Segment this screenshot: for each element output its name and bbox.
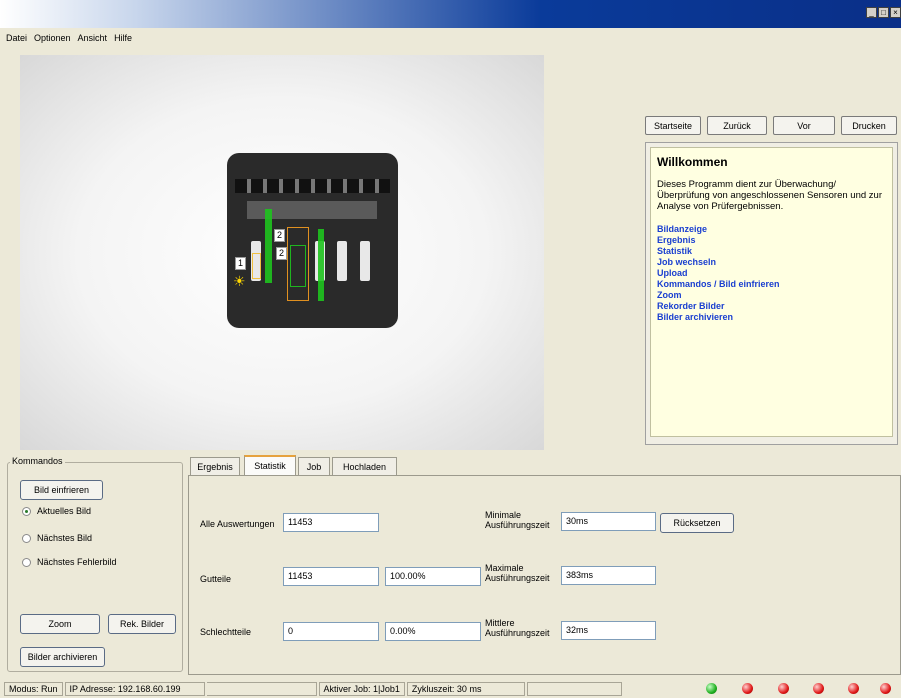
maximize-button[interactable]: □: [878, 7, 889, 18]
radio-indicator: [22, 506, 31, 516]
status-bar: Modus: Run IP Adresse: 192.168.60.199 Ak…: [0, 680, 901, 698]
good-parts-field[interactable]: 11453: [283, 567, 379, 586]
min-runtime-field[interactable]: 30ms: [561, 512, 656, 531]
radio-current-image[interactable]: Aktuelles Bild: [22, 506, 91, 516]
tool-label-2b: 2: [276, 247, 288, 260]
help-link-zoom[interactable]: Zoom: [657, 290, 886, 301]
status-led-red-icon: [880, 683, 891, 694]
good-parts-percent-field[interactable]: 100.00%: [385, 567, 481, 586]
close-button[interactable]: ×: [890, 7, 901, 18]
help-panel: Willkommen Dieses Programm dient zur Übe…: [650, 147, 893, 437]
status-led-red-icon: [848, 683, 859, 694]
all-evaluations-label: Alle Auswertungen: [200, 519, 275, 529]
status-led-red-icon: [742, 683, 753, 694]
avg-runtime-field[interactable]: 32ms: [561, 621, 656, 640]
tab-hochladen[interactable]: Hochladen: [332, 457, 397, 476]
status-spacer: [206, 682, 317, 696]
freeze-image-button[interactable]: Bild einfrieren: [20, 480, 103, 500]
sun-icon: ☀: [233, 273, 246, 289]
bad-parts-field[interactable]: 0: [283, 622, 379, 641]
help-link-bildanzeige[interactable]: Bildanzeige: [657, 224, 886, 235]
status-led-green-icon: [706, 683, 717, 694]
bad-parts-label: Schlechtteile: [200, 627, 252, 637]
tool-region-yellow: [252, 253, 261, 279]
radio-next-error-image[interactable]: Nächstes Fehlerbild: [22, 557, 117, 567]
cycle-status: Zykluszeit: 30 ms: [406, 682, 525, 696]
commands-legend: Kommandos: [10, 456, 65, 466]
reset-button[interactable]: Rücksetzen: [660, 513, 734, 533]
print-button[interactable]: Drucken: [841, 116, 897, 135]
help-link-rekorder-bilder[interactable]: Rekorder Bilder: [657, 301, 886, 312]
menu-ansicht[interactable]: Ansicht: [78, 33, 108, 43]
tool-region-green-1: [265, 209, 272, 283]
commands-group: Kommandos Bild einfrieren Aktuelles Bild…: [7, 456, 183, 672]
help-link-statistik[interactable]: Statistik: [657, 246, 886, 257]
menu-datei[interactable]: Datei: [6, 33, 27, 43]
menu-hilfe[interactable]: Hilfe: [114, 33, 132, 43]
max-runtime-field[interactable]: 383ms: [561, 566, 656, 585]
all-evaluations-field[interactable]: 11453: [283, 513, 379, 532]
camera-image-view[interactable]: 1 2 2 ☀: [20, 55, 544, 450]
minimize-button[interactable]: _: [866, 7, 877, 18]
recorder-images-button[interactable]: Rek. Bilder: [108, 614, 176, 634]
status-empty-1: [526, 682, 622, 696]
status-led-red-icon: [813, 683, 824, 694]
status-led-red-icon: [778, 683, 789, 694]
tab-ergebnis[interactable]: Ergebnis: [190, 457, 240, 476]
tab-statistik[interactable]: Statistik: [244, 455, 296, 476]
radio-indicator: [22, 557, 31, 567]
home-button[interactable]: Startseite: [645, 116, 701, 135]
job-status: Aktiver Job: 1|Job1: [318, 682, 405, 696]
archive-images-button[interactable]: Bilder archivieren: [20, 647, 105, 667]
ip-status: IP Adresse: 192.168.60.199: [64, 682, 205, 696]
tool-label-2a: 2: [274, 229, 286, 242]
menu-bar: Datei Optionen Ansicht Hilfe: [0, 28, 901, 48]
tab-job[interactable]: Job: [298, 457, 330, 476]
help-link-kommandos[interactable]: Kommandos / Bild einfrieren: [657, 279, 886, 290]
help-link-job-wechseln[interactable]: Job wechseln: [657, 257, 886, 268]
bad-parts-percent-field[interactable]: 0.00%: [385, 622, 481, 641]
back-button[interactable]: Zurück: [707, 116, 767, 135]
mode-status: Modus: Run: [4, 682, 63, 696]
statistics-panel: Alle Auswertungen 11453 Gutteile 11453 1…: [188, 475, 901, 675]
help-frame: Willkommen Dieses Programm dient zur Übe…: [645, 142, 898, 445]
help-title: Willkommen: [657, 155, 728, 169]
help-link-upload[interactable]: Upload: [657, 268, 886, 279]
tool-label-1: 1: [235, 257, 247, 270]
title-bar: _ □ ×: [0, 0, 901, 28]
radio-indicator: [22, 533, 31, 543]
min-runtime-label: Minimale Ausführungszeit: [485, 510, 550, 530]
window-controls: _ □ ×: [866, 7, 901, 18]
good-parts-label: Gutteile: [200, 574, 232, 584]
avg-runtime-label: Mittlere Ausführungszeit: [485, 618, 550, 638]
radio-next-image[interactable]: Nächstes Bild: [22, 533, 92, 543]
tool-region-green-box: [290, 245, 306, 287]
help-link-ergebnis[interactable]: Ergebnis: [657, 235, 886, 246]
max-runtime-label: Maximale Ausführungszeit: [485, 563, 550, 583]
inspected-part: [227, 153, 398, 328]
forward-button[interactable]: Vor: [773, 116, 835, 135]
menu-optionen[interactable]: Optionen: [34, 33, 71, 43]
zoom-button[interactable]: Zoom: [20, 614, 100, 634]
help-link-bilder-archivieren[interactable]: Bilder archivieren: [657, 312, 886, 323]
tool-region-green-2: [318, 229, 324, 301]
help-text: Dieses Programm dient zur Überwachung/Üb…: [657, 179, 882, 212]
